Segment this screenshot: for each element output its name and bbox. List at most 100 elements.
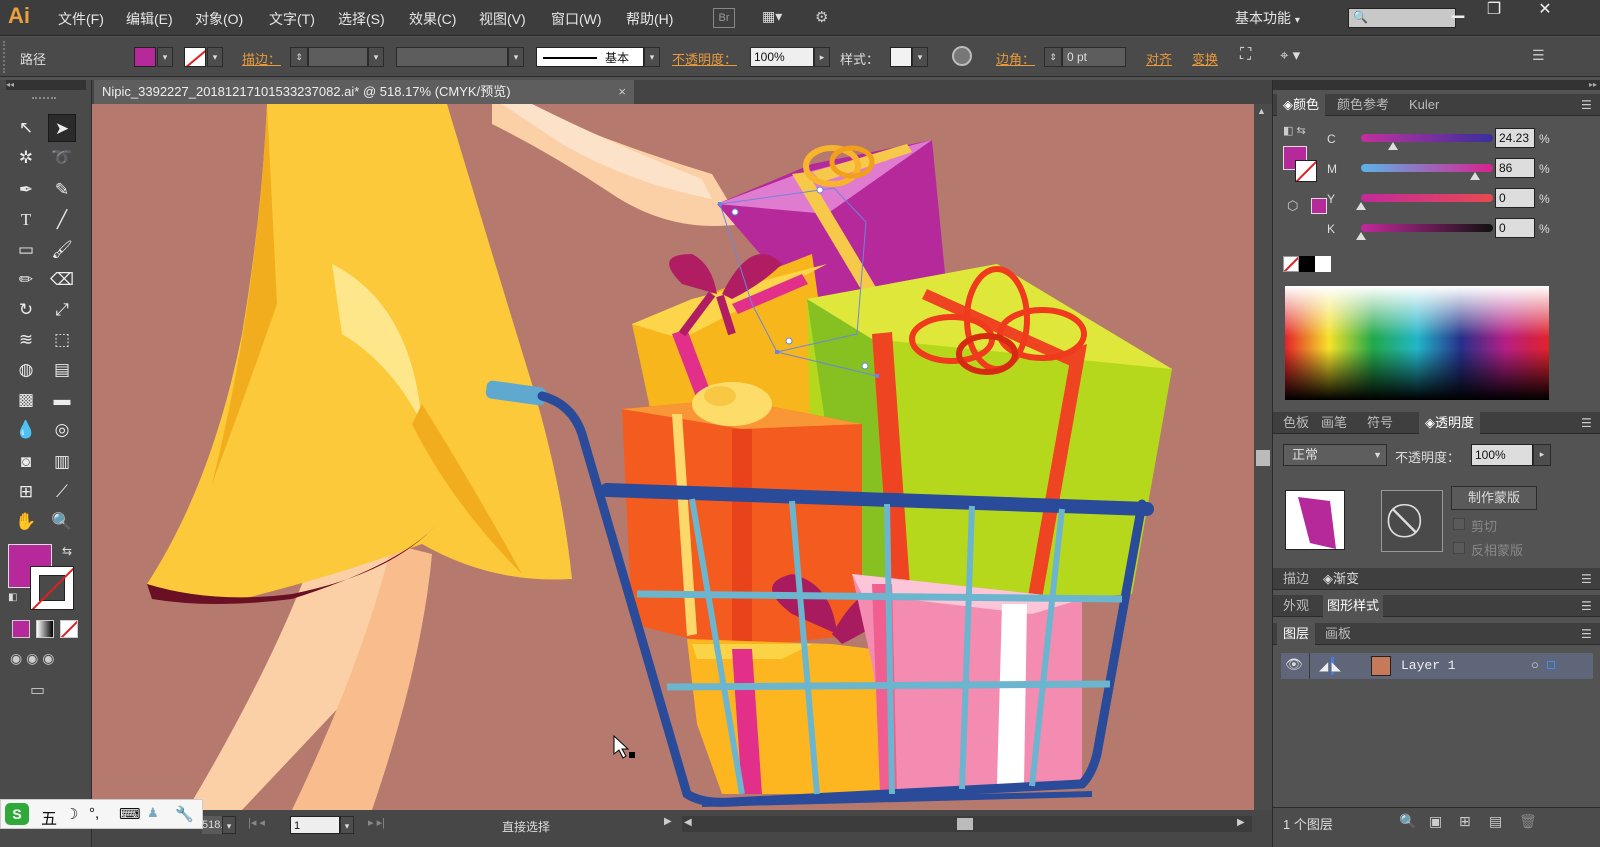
opacity-mask-none-icon[interactable]: ⃠ bbox=[1381, 490, 1443, 552]
align-link[interactable]: 对齐 bbox=[1146, 49, 1172, 68]
artboard-number-input[interactable]: 1 bbox=[290, 816, 340, 834]
menu-help[interactable]: 帮助(H) bbox=[626, 9, 673, 29]
gradient-mode-button[interactable] bbox=[36, 620, 54, 638]
visibility-eye-icon[interactable]: 👁 bbox=[1285, 656, 1303, 673]
opacity-label[interactable]: 不透明度： bbox=[672, 49, 737, 68]
layer-selection-indicator[interactable] bbox=[1547, 661, 1555, 669]
hand-tool-icon[interactable]: ✋ bbox=[12, 508, 40, 536]
restore-button[interactable]: ❐ bbox=[1476, 0, 1512, 22]
layer-row[interactable]: 👁 ◢ ◣ Layer 1 ○ bbox=[1281, 653, 1593, 679]
direct-selection-tool-icon[interactable]: ➤ bbox=[48, 114, 76, 142]
tab-color-guide[interactable]: 颜色参考 bbox=[1337, 94, 1389, 116]
curvature-tool-icon[interactable]: ✎ bbox=[48, 176, 76, 204]
menu-object[interactable]: 对象(O) bbox=[195, 9, 243, 29]
stroke-weight-input[interactable] bbox=[308, 47, 368, 67]
eyedropper-tool-icon[interactable]: 💧 bbox=[12, 416, 40, 444]
tab-brushes[interactable]: 画笔 bbox=[1321, 412, 1347, 434]
channel-y-input[interactable]: 0 bbox=[1495, 188, 1535, 208]
document-tab[interactable]: Nipic_3392227_20181217101533237082.ai* @… bbox=[94, 80, 634, 104]
pencil-tool-icon[interactable]: ✏ bbox=[12, 266, 40, 294]
corner-stepper[interactable]: ⇕ bbox=[1044, 47, 1062, 67]
appearance-panel-menu-icon[interactable]: ☰ bbox=[1581, 599, 1592, 613]
opacity-slider-button[interactable]: ▸ bbox=[814, 47, 830, 67]
rectangle-tool-icon[interactable]: ▭ bbox=[12, 236, 40, 264]
channel-m-thumb[interactable] bbox=[1469, 172, 1480, 180]
ime-mode-label[interactable]: 五 bbox=[41, 805, 57, 829]
transparency-opacity-input[interactable]: 100% bbox=[1471, 444, 1533, 466]
tab-stroke[interactable]: 描边 bbox=[1283, 568, 1309, 590]
default-fill-stroke-icon[interactable]: ◧ ⇆ bbox=[1283, 124, 1306, 137]
brush-definition[interactable]: 基本 bbox=[536, 47, 644, 67]
panel-stroke-swatch[interactable] bbox=[1295, 160, 1317, 182]
clip-checkbox[interactable] bbox=[1453, 518, 1465, 530]
punctuation-icon[interactable]: °, bbox=[89, 805, 99, 822]
control-bar-grip[interactable] bbox=[3, 41, 7, 73]
tab-artboards[interactable]: 画板 bbox=[1325, 623, 1351, 645]
perspective-grid-tool-icon[interactable]: ▤ bbox=[48, 356, 76, 384]
column-graph-tool-icon[interactable]: ▥ bbox=[48, 448, 76, 476]
channel-c-thumb[interactable] bbox=[1387, 142, 1398, 150]
magic-wand-tool-icon[interactable]: ✲ bbox=[12, 144, 40, 172]
selection-tool-icon[interactable]: ↖ bbox=[12, 114, 40, 142]
tab-transparency[interactable]: ◈透明度 bbox=[1419, 412, 1481, 434]
style-dropdown[interactable]: ▾ bbox=[912, 47, 928, 67]
status-menu-icon[interactable]: ▶ bbox=[664, 816, 672, 827]
line-tool-icon[interactable]: ╱ bbox=[48, 206, 76, 234]
expand-layer-icon[interactable]: ◢ ◣ bbox=[1319, 659, 1341, 673]
profile-dropdown[interactable]: ▾ bbox=[508, 47, 524, 67]
tab-layers[interactable]: 图层 bbox=[1277, 623, 1316, 645]
corner-label[interactable]: 边角： bbox=[996, 49, 1035, 68]
menu-type[interactable]: 文字(T) bbox=[269, 9, 315, 29]
channel-k-input[interactable]: 0 bbox=[1495, 218, 1535, 238]
blend-mode-select[interactable]: 正常 ▼ bbox=[1283, 444, 1387, 466]
opacity-input[interactable]: 100% bbox=[750, 47, 814, 67]
transparency-opacity-slider-button[interactable]: ▸ bbox=[1533, 444, 1551, 466]
graphic-style-swatch[interactable] bbox=[890, 47, 912, 67]
rotate-tool-icon[interactable]: ↻ bbox=[12, 296, 40, 324]
delete-layer-icon[interactable]: 🗑 bbox=[1519, 813, 1537, 830]
channel-k-slider[interactable] bbox=[1361, 224, 1493, 232]
paintbrush-tool-icon[interactable]: 🖌 bbox=[48, 236, 76, 264]
make-mask-button[interactable]: 制作蒙版 bbox=[1451, 486, 1537, 510]
arrange-documents-icon[interactable]: ▦▾ bbox=[762, 8, 794, 28]
channel-c-input[interactable]: 24.23 bbox=[1495, 128, 1535, 148]
menu-view[interactable]: 视图(V) bbox=[479, 9, 526, 29]
vertical-scroll-thumb[interactable] bbox=[1256, 450, 1270, 466]
out-of-gamut-icon[interactable]: ⬡ bbox=[1287, 198, 1298, 214]
dock-collapse-icon[interactable]: ▸▸ bbox=[1273, 80, 1600, 90]
layer-target-icon[interactable]: ○ bbox=[1531, 657, 1539, 672]
black-swatch[interactable] bbox=[1299, 256, 1315, 272]
make-clipping-mask-icon[interactable]: ▣ bbox=[1429, 813, 1442, 830]
symbol-sprayer-tool-icon[interactable]: ◙ bbox=[12, 448, 40, 476]
tab-appearance[interactable]: 外观 bbox=[1283, 595, 1309, 617]
keyboard-icon[interactable]: ⌨ bbox=[119, 805, 141, 823]
screen-mode-icon[interactable]: ▭ bbox=[30, 680, 58, 700]
channel-c-slider[interactable] bbox=[1361, 134, 1493, 142]
artboard-dropdown[interactable]: ▾ bbox=[340, 816, 354, 834]
menu-effect[interactable]: 效果(C) bbox=[409, 9, 456, 29]
new-sublayer-icon[interactable]: ⊞ bbox=[1459, 813, 1471, 830]
wrench-icon[interactable]: 🔧 bbox=[175, 805, 194, 823]
color-panel-menu-icon[interactable]: ☰ bbox=[1581, 98, 1592, 112]
arrange-icon[interactable]: ⌖ ▾ bbox=[1280, 46, 1300, 64]
isolate-object-icon[interactable]: ⛶ bbox=[1240, 46, 1251, 64]
zoom-dropdown[interactable]: ▾ bbox=[222, 816, 236, 834]
color-mode-button[interactable] bbox=[12, 620, 30, 638]
recolor-artwork-icon[interactable] bbox=[952, 46, 972, 66]
tab-kuler[interactable]: Kuler bbox=[1409, 94, 1439, 116]
moon-icon[interactable]: ☽ bbox=[65, 805, 78, 823]
vertical-scrollbar[interactable]: ▲ bbox=[1254, 104, 1272, 810]
tab-color[interactable]: ◈颜色 bbox=[1277, 94, 1326, 116]
variable-width-profile[interactable] bbox=[396, 47, 508, 67]
scroll-right-icon[interactable]: ▶ bbox=[1237, 817, 1245, 828]
warp-tool-icon[interactable]: ≋ bbox=[12, 326, 40, 354]
tools-collapse-icon[interactable]: ◂◂ bbox=[6, 80, 86, 90]
layers-panel-menu-icon[interactable]: ☰ bbox=[1581, 627, 1592, 641]
fill-swatch[interactable] bbox=[134, 47, 156, 67]
blend-tool-icon[interactable]: ◎ bbox=[48, 416, 76, 444]
horizontal-scroll-thumb[interactable] bbox=[957, 818, 973, 830]
close-window-button[interactable]: ✕ bbox=[1520, 0, 1570, 22]
control-panel-menu-icon[interactable]: ☰ bbox=[1532, 47, 1545, 64]
stroke-swatch[interactable] bbox=[184, 47, 206, 67]
skin-icon[interactable]: ♟ bbox=[147, 805, 159, 821]
